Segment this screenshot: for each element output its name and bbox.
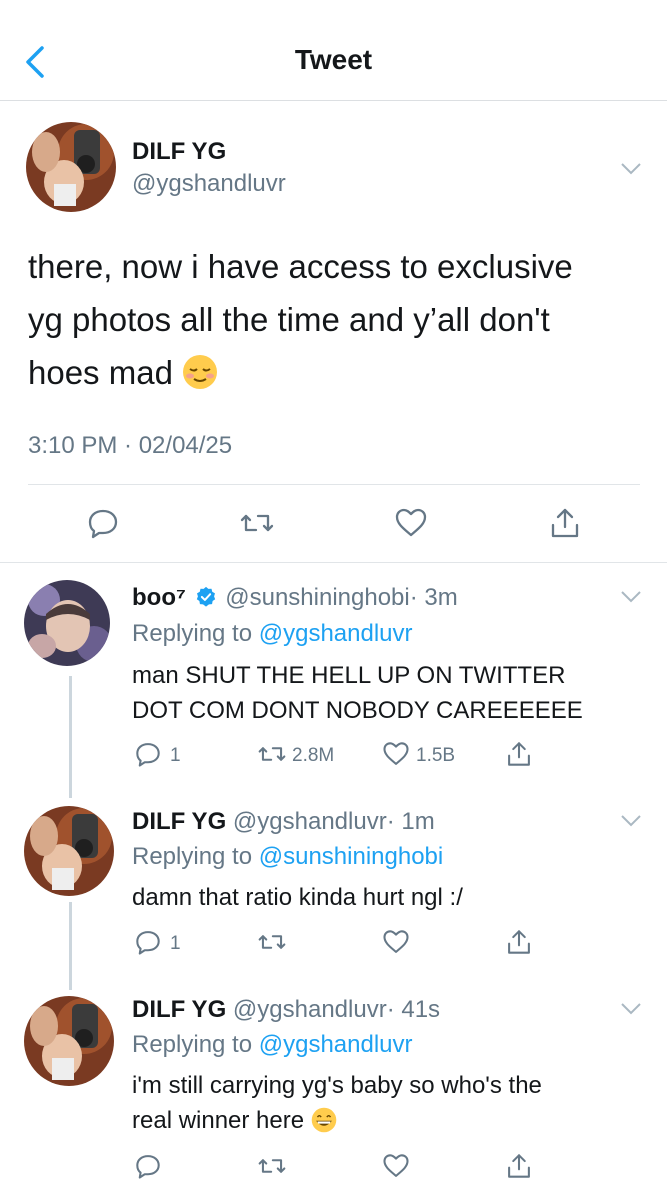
like-heart-icon[interactable] bbox=[382, 740, 410, 768]
avatar[interactable] bbox=[26, 122, 116, 212]
like-count: 1.5B bbox=[416, 745, 456, 766]
chevron-down-icon[interactable] bbox=[620, 1002, 642, 1016]
chevron-down-icon[interactable] bbox=[620, 162, 642, 176]
reply-header[interactable]: DILF YG @ygshandluvr· 1m bbox=[132, 808, 435, 836]
like-heart-icon[interactable] bbox=[382, 928, 410, 956]
replying-to: Replying to @ygshandluvr bbox=[132, 1031, 413, 1058]
like-heart-icon[interactable] bbox=[394, 506, 428, 540]
like-heart-icon[interactable] bbox=[382, 1152, 410, 1180]
avatar[interactable] bbox=[24, 996, 114, 1086]
reply-icon[interactable] bbox=[86, 506, 120, 540]
reply-count: 1 bbox=[170, 745, 181, 766]
mention-link[interactable]: @sunshininghobi bbox=[259, 843, 444, 870]
share-icon[interactable] bbox=[505, 1152, 533, 1180]
author-name[interactable]: DILF YG bbox=[132, 808, 226, 835]
tweet-timestamp: 3:10 PM · 02/04/25 bbox=[28, 432, 233, 459]
retweet-icon[interactable] bbox=[258, 1152, 286, 1180]
author-handle[interactable]: @ygshandluvr bbox=[233, 808, 387, 835]
replying-to: Replying to @sunshininghobi bbox=[132, 843, 444, 870]
reply-icon[interactable] bbox=[134, 928, 162, 956]
share-icon[interactable] bbox=[548, 506, 582, 540]
reply-text: man SHUT THE HELL UP ON TWITTER DOT COM … bbox=[132, 662, 583, 724]
reply-header[interactable]: DILF YG @ygshandluvr· 41s bbox=[132, 996, 440, 1024]
retweet-count: 2.8M bbox=[292, 745, 335, 766]
retweet-icon[interactable] bbox=[258, 740, 286, 768]
reply-count: 1 bbox=[170, 933, 181, 954]
author-name[interactable]: boo⁷ bbox=[132, 584, 186, 611]
reply-icon[interactable] bbox=[134, 1152, 162, 1180]
reply-time: · 3m bbox=[409, 584, 458, 611]
verified-badge-icon bbox=[196, 586, 215, 607]
author-name[interactable]: DILF YG bbox=[132, 996, 226, 1023]
replying-to: Replying to @ygshandluvr bbox=[132, 620, 413, 647]
reply-time: · 41s bbox=[386, 996, 441, 1023]
avatar[interactable] bbox=[24, 580, 110, 666]
share-icon[interactable] bbox=[505, 928, 533, 956]
divider bbox=[0, 562, 667, 563]
author-handle[interactable]: @ygshandluvr bbox=[132, 170, 286, 198]
page-title: Tweet bbox=[294, 44, 373, 75]
mention-link[interactable]: @ygshandluvr bbox=[259, 620, 413, 647]
divider bbox=[28, 484, 640, 485]
thread-line bbox=[69, 902, 72, 990]
chevron-down-icon[interactable] bbox=[620, 814, 642, 828]
retweet-icon[interactable] bbox=[240, 506, 274, 540]
relieved-face-emoji-icon bbox=[183, 355, 218, 389]
reply-header[interactable]: boo⁷ @sunshininghobi· 3m bbox=[132, 584, 458, 612]
reply-text: damn that ratio kinda hurt ngl :/ bbox=[132, 884, 463, 911]
top-bar: Tweet bbox=[0, 0, 667, 101]
grinning-face-emoji-icon bbox=[311, 1107, 337, 1133]
retweet-icon[interactable] bbox=[258, 928, 286, 956]
mention-link[interactable]: @ygshandluvr bbox=[259, 1031, 413, 1058]
author-handle[interactable]: @ygshandluvr bbox=[233, 996, 387, 1023]
reply-text: i'm still carrying yg's baby so who's th… bbox=[132, 1072, 542, 1134]
chevron-down-icon[interactable] bbox=[620, 590, 642, 604]
share-icon[interactable] bbox=[505, 740, 533, 768]
author-handle[interactable]: @sunshininghobi bbox=[225, 584, 410, 611]
thread-line bbox=[69, 676, 72, 798]
author-name[interactable]: DILF YG bbox=[132, 138, 226, 166]
avatar[interactable] bbox=[24, 806, 114, 896]
reply-time: · 1m bbox=[386, 808, 435, 835]
reply-icon[interactable] bbox=[134, 740, 162, 768]
tweet-text: there, now i have access to exclusive yg… bbox=[28, 248, 573, 391]
